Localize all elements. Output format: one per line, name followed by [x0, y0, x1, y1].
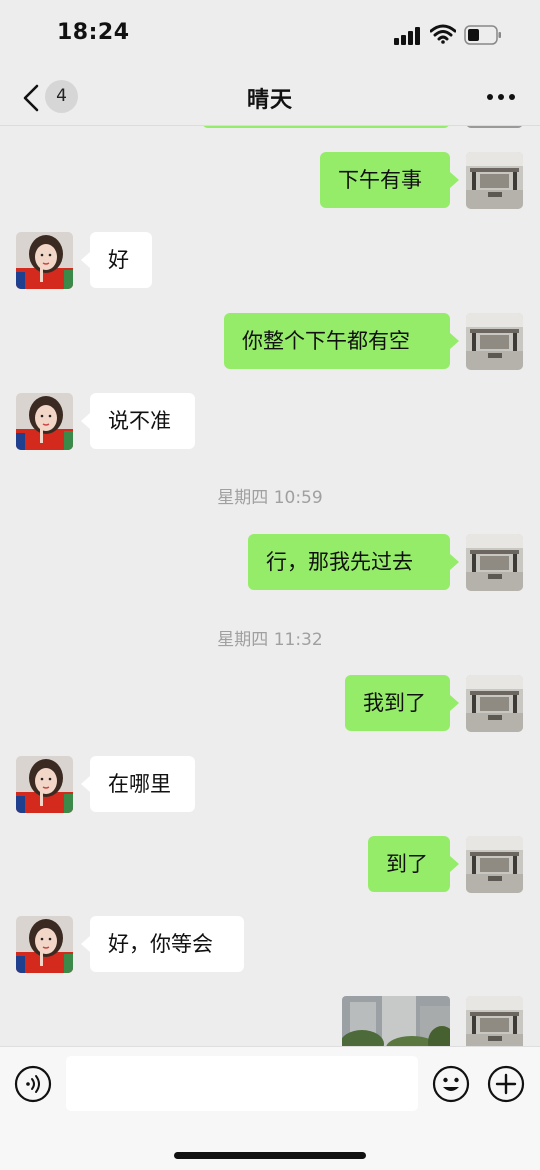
bubble-tail	[81, 413, 90, 429]
bubble-tail	[450, 554, 459, 570]
message-list[interactable]: 下午有事好你整个下午都有空 说不准星期四 10:59 行，那我先过去星期四 11:3…	[0, 126, 540, 1046]
my-avatar[interactable]	[466, 996, 523, 1046]
message-bubble[interactable]: 好，你等会	[90, 916, 244, 972]
bubble-tail	[450, 333, 459, 349]
message-timestamp: 星期四 11:32	[217, 630, 323, 650]
bubble-tail	[450, 172, 459, 188]
my-avatar[interactable]	[466, 313, 523, 370]
bubble-tail	[450, 695, 459, 711]
message-input[interactable]	[66, 1056, 418, 1111]
bubble-tail	[81, 776, 90, 792]
message-bubble[interactable]: 在哪里	[90, 756, 195, 812]
my-avatar[interactable]	[466, 534, 523, 591]
wifi-icon	[430, 24, 456, 44]
plus-icon[interactable]	[487, 1065, 525, 1103]
voice-icon[interactable]	[14, 1065, 52, 1103]
status-bar: 18:24	[0, 0, 540, 70]
my-avatar[interactable]	[466, 836, 523, 893]
outgoing-message: 我到了	[0, 675, 540, 732]
more-dots-icon[interactable]	[480, 82, 524, 112]
bubble-tail	[81, 936, 90, 952]
emoji-icon[interactable]	[432, 1065, 470, 1103]
my-avatar[interactable]	[466, 152, 523, 209]
contact-avatar[interactable]	[16, 756, 73, 813]
status-time: 18:24	[57, 20, 130, 45]
incoming-message: 好	[0, 232, 540, 289]
message-bubble[interactable]: 好	[90, 232, 152, 288]
home-indicator	[174, 1152, 366, 1159]
message-bubble[interactable]: 说不准	[90, 393, 195, 449]
message-bubble[interactable]: 到了	[368, 836, 450, 892]
cellular-signal-icon	[394, 27, 420, 45]
input-bar	[0, 1046, 540, 1170]
outgoing-message: 到了	[0, 836, 540, 893]
bubble-tail	[81, 252, 90, 268]
outgoing-message: 行，那我先过去	[0, 534, 540, 591]
outgoing-message: 下午有事	[0, 152, 540, 209]
bubble-tail	[450, 856, 459, 872]
previous-message-partial	[202, 126, 450, 128]
image-message[interactable]	[342, 996, 450, 1046]
my-avatar[interactable]	[466, 675, 523, 732]
message-bubble[interactable]: 你整个下午都有空	[224, 313, 450, 369]
incoming-message: 说不准	[0, 393, 540, 450]
photo-thumbnail	[342, 996, 450, 1046]
contact-avatar[interactable]	[16, 232, 73, 289]
chat-title: 晴天	[246, 88, 293, 113]
previous-avatar-partial	[466, 126, 523, 128]
outgoing-message: 你整个下午都有空	[0, 313, 540, 370]
message-bubble[interactable]: 行，那我先过去	[248, 534, 450, 590]
message-bubble[interactable]: 我到了	[345, 675, 450, 731]
battery-icon	[464, 25, 501, 45]
chat-header: 4 晴天	[0, 70, 540, 126]
incoming-message: 好，你等会	[0, 916, 540, 973]
contact-avatar[interactable]	[16, 916, 73, 973]
message-timestamp: 星期四 10:59	[217, 488, 323, 508]
message-bubble[interactable]: 下午有事	[320, 152, 450, 208]
contact-avatar[interactable]	[16, 393, 73, 450]
incoming-message: 在哪里	[0, 756, 540, 813]
outgoing-message	[0, 996, 540, 1046]
